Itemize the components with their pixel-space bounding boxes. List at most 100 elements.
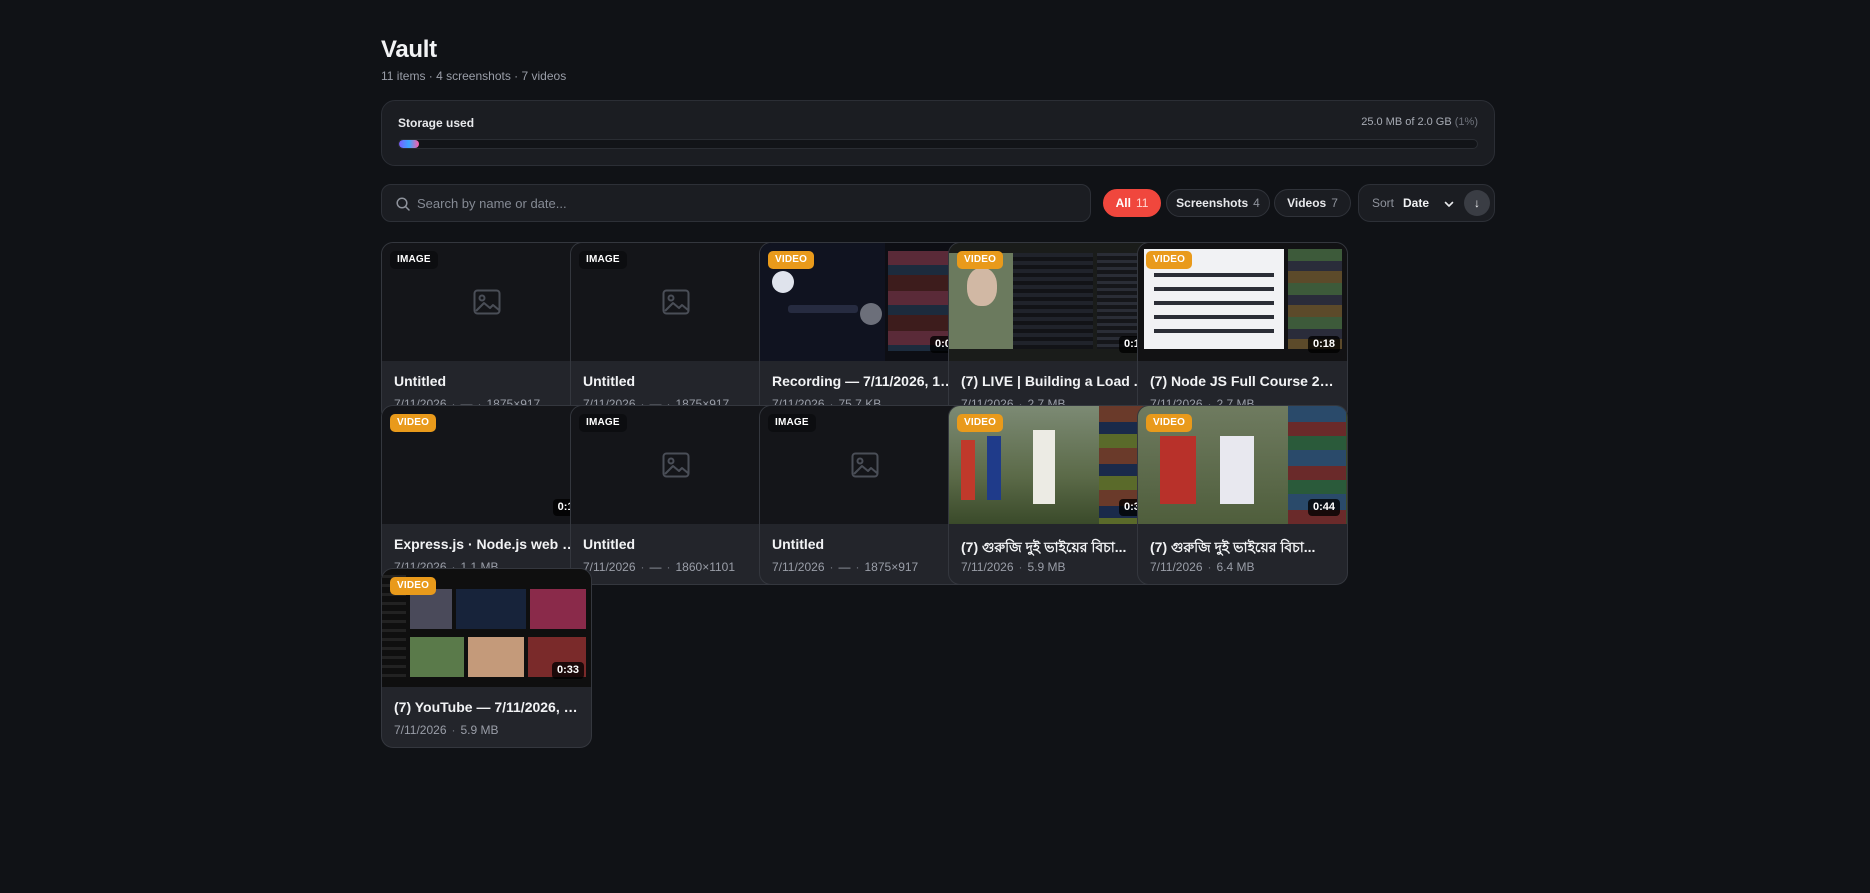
media-thumbnail[interactable]: IMAGE — [571, 243, 780, 361]
media-title: (7) Node JS Full Course 202... — [1150, 373, 1338, 389]
page-title: Vault — [381, 36, 437, 63]
media-card[interactable]: VIDEO 0:18 (7) Node JS Full Course 202... 7… — [1137, 242, 1348, 422]
image-placeholder-icon — [662, 452, 690, 478]
vault-page: Vault 11 items · 4 screenshots · 7 video… — [381, 36, 1495, 222]
filter-screenshots-label: Screenshots — [1176, 196, 1249, 210]
media-meta: 7/11/2026 · — · 1860×1101 — [583, 560, 735, 574]
media-meta: 7/11/2026 · — · 1875×917 — [772, 560, 918, 574]
meta-separator: · — [451, 723, 456, 737]
image-badge: IMAGE — [579, 414, 627, 432]
filter-videos-label: Videos — [1287, 196, 1327, 210]
image-badge: IMAGE — [390, 251, 438, 269]
media-title: (7) LIVE | Building a Load ... — [961, 373, 1146, 389]
filter-all-label: All — [1115, 196, 1131, 210]
video-badge: VIDEO — [1146, 414, 1193, 432]
filter-videos[interactable]: Videos 7 — [1274, 189, 1351, 217]
sort-direction-button[interactable]: ↓ — [1464, 190, 1490, 216]
media-thumbnail[interactable]: VIDEO 0:00 — [760, 243, 969, 361]
video-badge: VIDEO — [768, 251, 815, 269]
meta-separator: · — [1207, 560, 1212, 574]
media-thumbnail[interactable]: VIDEO 0:33 — [382, 569, 591, 687]
storage-amount-text: 25.0 MB of 2.0 GB — [1361, 116, 1452, 128]
media-title: Untitled — [583, 373, 636, 389]
media-title: Untitled — [583, 536, 636, 552]
search-input[interactable] — [417, 185, 1077, 221]
media-card[interactable]: IMAGE Untitled 7/11/2026 · — · 1860×1101 — [570, 405, 781, 585]
media-meta: 7/11/2026 · 5.9 MB — [961, 560, 1066, 574]
video-badge: VIDEO — [1146, 251, 1193, 269]
media-size: 1860×1101 — [675, 560, 736, 574]
media-card[interactable]: VIDEO 0:12 (7) LIVE | Building a Load ... 7… — [948, 242, 1159, 422]
storage-panel: Storage used 25.0 MB of 2.0 GB (1%) — [381, 100, 1495, 166]
storage-label: Storage used — [398, 116, 475, 130]
image-placeholder-icon — [473, 289, 501, 315]
media-title: Untitled — [394, 373, 447, 389]
filter-videos-count: 7 — [1331, 196, 1338, 210]
sort-label: Sort — [1372, 196, 1395, 210]
meta-separator: · — [829, 560, 834, 574]
media-title: Express.js · Node.js web ap... — [394, 536, 582, 552]
media-thumbnail[interactable]: VIDEO 0:11 — [382, 406, 591, 524]
media-thumbnail[interactable]: IMAGE — [571, 406, 780, 524]
media-card[interactable]: IMAGE Untitled 7/11/2026 · — · 1875×917 — [381, 242, 592, 422]
media-title: Recording — 7/11/2026, 12:... — [772, 373, 960, 389]
meta-separator: · — [640, 560, 645, 574]
media-date: 7/11/2026 — [394, 723, 447, 737]
media-card[interactable]: VIDEO 0:31 (7) গুরুজি দুই ভাইয়ের বিচা... 7… — [948, 405, 1159, 585]
media-card[interactable]: VIDEO 0:00 Recording — 7/11/2026, 12:... 7/… — [759, 242, 970, 422]
media-extra: — — [649, 560, 662, 574]
media-date: 7/11/2026 — [772, 560, 825, 574]
video-badge: VIDEO — [957, 414, 1004, 432]
media-title: (7) YouTube — 7/11/2026, 1... — [394, 699, 582, 715]
search-icon — [396, 197, 410, 211]
storage-progress-fill — [399, 140, 419, 148]
video-badge: VIDEO — [390, 414, 437, 432]
meta-separator: · — [666, 560, 671, 574]
media-card[interactable]: VIDEO 0:44 (7) গুরুজি দুই ভাইয়ের বিচা... 7… — [1137, 405, 1348, 585]
page-subtitle: 11 items · 4 screenshots · 7 videos — [381, 69, 567, 83]
video-badge: VIDEO — [390, 577, 437, 595]
video-badge: VIDEO — [957, 251, 1004, 269]
media-date: 7/11/2026 — [1150, 560, 1203, 574]
chevron-down-icon[interactable] — [1443, 198, 1455, 210]
image-badge: IMAGE — [768, 414, 816, 432]
media-thumbnail[interactable]: IMAGE — [382, 243, 591, 361]
filter-screenshots[interactable]: Screenshots 4 — [1166, 189, 1270, 217]
media-thumbnail[interactable]: VIDEO 0:44 — [1138, 406, 1347, 524]
media-thumbnail[interactable]: VIDEO 0:18 — [1138, 243, 1347, 361]
image-placeholder-icon — [851, 452, 879, 478]
meta-separator: · — [855, 560, 860, 574]
duration-label: 0:44 — [1307, 499, 1340, 516]
image-badge: IMAGE — [579, 251, 627, 269]
media-meta: 7/11/2026 · 5.9 MB — [394, 723, 499, 737]
media-size: 5.9 MB — [460, 723, 499, 737]
media-card[interactable]: IMAGE Untitled 7/11/2026 · — · 1875×917 — [570, 242, 781, 422]
media-card[interactable]: IMAGE Untitled 7/11/2026 · — · 1875×917 — [759, 405, 970, 585]
sort-control: Sort Date ↓ — [1358, 184, 1495, 222]
media-meta: 7/11/2026 · 6.4 MB — [1150, 560, 1255, 574]
duration-label: 0:33 — [551, 662, 584, 679]
filter-all[interactable]: All 11 — [1103, 189, 1161, 217]
duration-label: 0:18 — [1307, 336, 1340, 353]
meta-separator: · — [1018, 560, 1023, 574]
media-size: 1875×917 — [864, 560, 919, 574]
image-placeholder-icon — [662, 289, 690, 315]
search-box[interactable] — [381, 184, 1091, 222]
storage-percent: (1%) — [1454, 116, 1478, 128]
filter-all-count: 11 — [1135, 196, 1149, 210]
toolbar: All 11 Screenshots 4 Videos 7 Sort Date … — [381, 184, 1495, 222]
storage-amount: 25.0 MB of 2.0 GB (1%) — [1361, 116, 1478, 128]
media-thumbnail[interactable]: VIDEO 0:12 — [949, 243, 1158, 361]
media-title: (7) গুরুজি দুই ভাইয়ের বিচা... — [961, 539, 1127, 555]
media-title: (7) গুরুজি দুই ভাইয়ের বিচা... — [1150, 539, 1316, 555]
media-thumbnail[interactable]: IMAGE — [760, 406, 969, 524]
media-size: 5.9 MB — [1027, 560, 1066, 574]
media-date: 7/11/2026 — [961, 560, 1014, 574]
media-size: 6.4 MB — [1216, 560, 1255, 574]
media-card[interactable]: VIDEO 0:33 (7) YouTube — 7/11/2026, 1... 7/… — [381, 568, 592, 748]
filter-screenshots-count: 4 — [1253, 196, 1260, 210]
media-extra: — — [838, 560, 851, 574]
media-card[interactable]: VIDEO 0:11 Express.js · Node.js web ap... 7… — [381, 405, 592, 585]
sort-select[interactable]: Date — [1403, 196, 1429, 210]
media-thumbnail[interactable]: VIDEO 0:31 — [949, 406, 1158, 524]
